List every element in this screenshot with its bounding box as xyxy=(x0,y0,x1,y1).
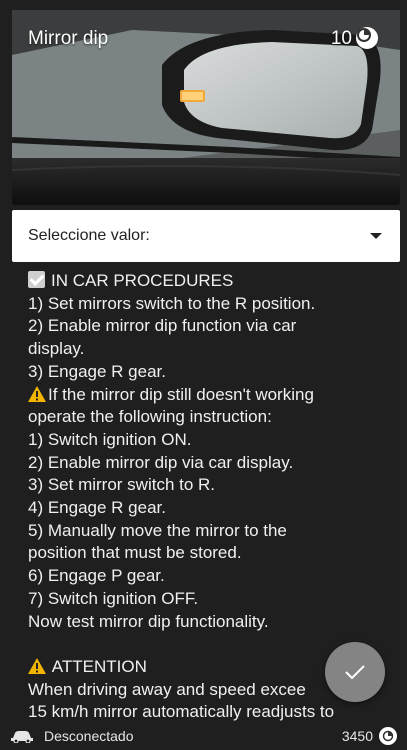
instruction-line: 2) Enable mirror dip via car display. xyxy=(28,452,294,472)
warning-text: If the mirror dip still doesn't working xyxy=(48,384,314,404)
car-mirror-image: Mirror dip 10 xyxy=(12,10,400,205)
instruction-line: 2) Enable mirror dip function via car xyxy=(28,316,297,336)
page-title: Mirror dip xyxy=(28,28,109,49)
coin-count: 10 xyxy=(330,28,352,49)
status-bar: Desconectado 3450 xyxy=(0,721,407,750)
warning-line: If the mirror dip still doesn't working xyxy=(28,384,388,407)
warning-icon xyxy=(28,657,46,674)
chevron-down-icon xyxy=(370,233,382,239)
instruction-line: operate the following instruction: xyxy=(28,407,272,427)
coin-icon xyxy=(356,27,378,49)
section-heading: IN CAR PROCEDURES xyxy=(28,270,388,293)
instruction-line: 7) Switch ignition OFF. xyxy=(28,588,199,608)
instruction-line: 4) Engage R gear. xyxy=(28,498,166,518)
instruction-line: 3) Set mirror switch to R. xyxy=(28,475,216,495)
instruction-line: position that must be stored. xyxy=(28,543,242,563)
instruction-line: display. xyxy=(28,339,85,359)
instruction-line: 5) Manually move the mirror to the xyxy=(28,520,287,540)
coin-balance: 3450 xyxy=(341,727,373,744)
instruction-line: 3) Engage R gear. xyxy=(28,361,166,381)
confirm-button[interactable] xyxy=(325,642,385,702)
warning-icon xyxy=(28,385,46,402)
instruction-line: 1) Switch ignition ON. xyxy=(28,429,192,449)
coin-icon xyxy=(379,726,397,745)
section-title: IN CAR PROCEDURES xyxy=(51,271,234,290)
checkbox-icon xyxy=(28,271,45,288)
checkmark-icon xyxy=(345,665,365,680)
select-label: Seleccione valor: xyxy=(28,227,150,244)
attention-title: ATTENTION xyxy=(51,656,147,676)
value-select[interactable]: Seleccione valor: xyxy=(12,210,400,262)
connection-status: Desconectado xyxy=(44,727,134,744)
instruction-line: Now test mirror dip functionality. xyxy=(28,611,269,631)
instruction-line: 6) Engage P gear. xyxy=(28,566,165,586)
instruction-line: 1) Set mirrors switch to the R position. xyxy=(28,293,316,313)
car-link-icon xyxy=(11,730,33,743)
